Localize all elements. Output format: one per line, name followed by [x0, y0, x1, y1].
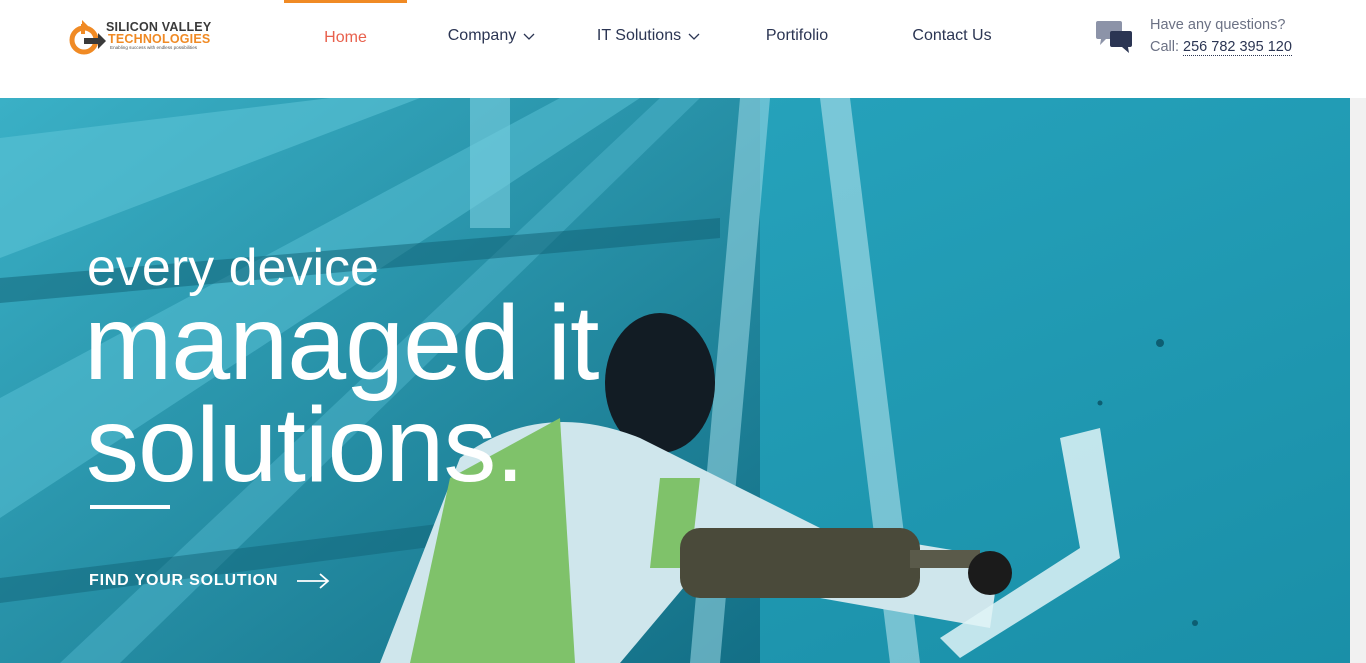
site-logo[interactable]: SILICON VALLEY TECHNOLOGIES Enabling suc…	[68, 16, 228, 58]
hero-title-line2: solutions.	[86, 386, 525, 504]
nav-item-label: Contact Us	[912, 27, 992, 44]
site-header: SILICON VALLEY TECHNOLOGIES Enabling suc…	[0, 0, 1366, 98]
nav-item-label: IT Solutions	[596, 27, 682, 44]
hero-banner: every device managed it solutions. FIND …	[0, 98, 1350, 663]
logo-text-line2: TECHNOLOGIES	[108, 32, 211, 46]
header-contact: Have any questions? Call: 256 782 395 12…	[1094, 16, 1314, 64]
call-prefix: Call:	[1150, 39, 1180, 55]
contact-call-line: Call: 256 782 395 120	[1150, 39, 1292, 56]
nav-item-company[interactable]: Company	[437, 0, 547, 72]
nav-item-label: Home	[324, 28, 367, 46]
find-solution-button[interactable]: FIND YOUR SOLUTION	[89, 572, 330, 590]
logo-tagline: Enabling success with endless possibilit…	[110, 45, 198, 50]
arrow-right-icon	[297, 573, 330, 589]
nav-item-label: Company	[447, 27, 517, 44]
logo-mark-icon	[69, 20, 106, 55]
chevron-down-icon	[688, 33, 700, 40]
hero-title-line1: managed it	[84, 284, 599, 402]
nav-item-label: Portifolio	[765, 27, 829, 44]
chevron-down-icon	[523, 33, 535, 40]
hero-divider	[90, 505, 170, 509]
nav-item-portfolio[interactable]: Portifolio	[748, 0, 846, 72]
cta-label: FIND YOUR SOLUTION	[89, 572, 279, 589]
nav-item-home[interactable]: Home	[284, 0, 407, 72]
nav-item-it-solutions[interactable]: IT Solutions	[587, 0, 711, 72]
chat-bubbles-icon	[1096, 21, 1132, 53]
nav-item-contact-us[interactable]: Contact Us	[896, 0, 1008, 72]
contact-question: Have any questions?	[1150, 17, 1286, 33]
phone-link[interactable]: 256 782 395 120	[1183, 39, 1292, 56]
page-scrollbar[interactable]	[1350, 98, 1366, 663]
